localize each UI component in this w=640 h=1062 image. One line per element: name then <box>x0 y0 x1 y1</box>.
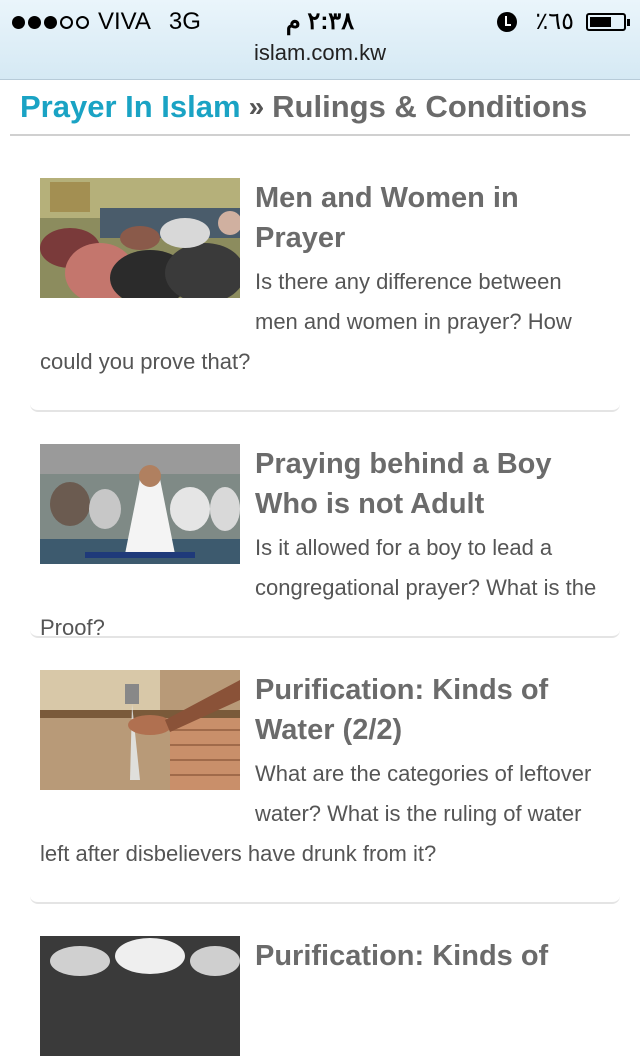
article-thumbnail[interactable] <box>40 178 240 298</box>
alarm-icon <box>497 11 518 32</box>
address-bar[interactable]: islam.com.kw <box>0 40 640 66</box>
article-thumbnail[interactable] <box>40 936 240 1056</box>
browser-top-bar: VIVA 3G ٢:٣٨ م ٪٦٥ islam.com.kw <box>0 0 640 80</box>
breadcrumb-separator: » <box>248 91 265 122</box>
battery-level <box>590 16 611 27</box>
status-bar: VIVA 3G ٢:٣٨ م ٪٦٥ <box>0 0 640 40</box>
article-card[interactable]: Men and Women in Prayer Is there any dif… <box>30 168 620 412</box>
article-thumbnail[interactable] <box>40 444 240 564</box>
article-thumbnail[interactable] <box>40 670 240 790</box>
status-right: ٪٦٥ <box>497 7 630 36</box>
article-card[interactable]: Praying behind a Boy Who is not Adult Is… <box>30 434 620 640</box>
breadcrumb-current: Rulings & Conditions <box>272 89 588 124</box>
breadcrumb: Prayer In Islam » Rulings & Conditions <box>10 80 630 136</box>
battery-percentage: ٪٦٥ <box>535 8 574 35</box>
battery-icon <box>586 12 630 31</box>
breadcrumb-link-prayer-in-islam[interactable]: Prayer In Islam <box>20 89 241 125</box>
article-card[interactable]: Purification: Kinds of Water (2/2) What … <box>30 660 620 904</box>
article-card[interactable]: Purification: Kinds of <box>30 926 620 1056</box>
